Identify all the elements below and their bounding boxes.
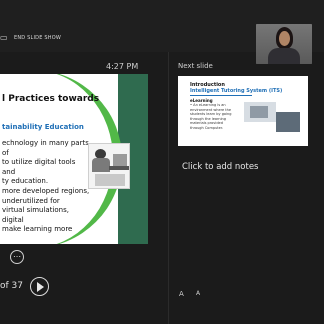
slide-illustration — [88, 143, 130, 189]
camera-video-feed — [256, 24, 312, 64]
slide-body-line: underutilized for — [2, 196, 60, 205]
next-slide-rule — [190, 95, 252, 96]
next-slide-thumbnail[interactable]: Introduction Intelligent Tutoring System… — [178, 76, 308, 146]
current-slide-body: echnology in many parts of to utilize di… — [2, 139, 90, 235]
current-slide-title: l Practices towards — [2, 94, 100, 104]
play-arrow-icon — [37, 282, 44, 292]
slide-counter: of 37 — [0, 281, 23, 291]
next-slide-button[interactable] — [30, 277, 49, 296]
clock-time: 4:27 PM — [106, 62, 139, 71]
slide-body-line: more developed regions, — [2, 186, 90, 195]
slide-body-line: echnology in many parts of — [2, 139, 89, 157]
slide-body-line: ty education. — [2, 177, 49, 186]
next-slide-title-line2: Intelligent Tutoring System (ITS) — [190, 88, 283, 94]
next-slide-label: Next slide — [178, 62, 213, 70]
current-slide-subtitle: tainability Education — [2, 123, 84, 131]
increase-font-button[interactable]: A — [179, 290, 184, 298]
notes-input[interactable]: Click to add notes — [182, 162, 258, 172]
slide-body-line: to utilize digital tools and — [2, 158, 76, 176]
slide-body-line: virtual simulations, digital — [2, 206, 69, 224]
slide-body-line: make learning more — [2, 225, 73, 234]
more-options-button[interactable]: ⋯ — [10, 250, 24, 264]
end-slide-show-button[interactable]: END SLIDE SHOW — [14, 34, 61, 42]
next-slide-body: • An eLearning is an environment where t… — [190, 103, 232, 130]
pane-divider[interactable] — [168, 52, 169, 324]
decrease-font-button[interactable]: A — [196, 290, 200, 297]
slideshow-icon[interactable]: ▭ — [0, 34, 8, 42]
